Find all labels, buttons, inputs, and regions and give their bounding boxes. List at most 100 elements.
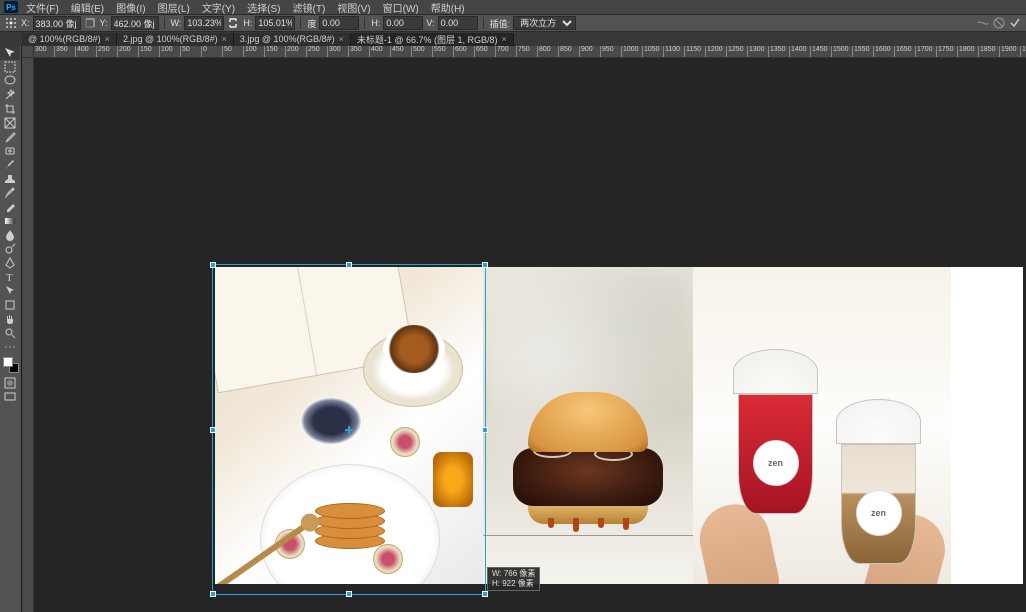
path-select-tool-icon[interactable] [0,284,20,298]
menu-file[interactable]: 文件(F) [22,0,63,15]
warp-mode-icon[interactable] [976,16,990,30]
image-panel-empty [951,267,1023,584]
w-label: W: [171,18,182,28]
wand-tool-icon[interactable] [0,88,20,102]
doc-tab-1[interactable]: @ 100%(RGB/8#) × [22,33,117,46]
cup-latte: zen [836,399,921,564]
doc-tab-4[interactable]: 未标题-1 @ 66.7% (图层 1, RGB/8) × [351,33,514,46]
interp-label: 插值: [490,17,511,30]
menu-window[interactable]: 窗口(W) [379,0,423,15]
shape-tool-icon[interactable] [0,298,20,312]
marquee-tool-icon[interactable] [0,60,20,74]
h-input[interactable] [255,16,295,30]
color-swatches[interactable] [0,354,21,376]
transform-handle-icon[interactable] [482,591,488,597]
close-icon[interactable]: × [502,34,507,44]
workspace: T 30035040025020015010050050100150200250… [0,46,1026,612]
document-tabbar: @ 100%(RGB/8#) × 2.jpg @ 100%(RGB/8#) × 3.… [0,32,1026,46]
heal-tool-icon[interactable] [0,144,20,158]
angle-input[interactable] [319,16,359,30]
more-tools-icon[interactable] [0,340,20,354]
w-input[interactable] [184,16,224,30]
foreground-color-icon[interactable] [3,357,13,367]
brush-tool-icon[interactable] [0,158,20,172]
menu-type[interactable]: 文字(Y) [198,0,239,15]
app-logo-icon: Ps [4,1,18,13]
transform-handle-icon[interactable] [210,262,216,268]
cup-logo: zen [856,490,902,536]
menu-edit[interactable]: 编辑(E) [67,0,108,15]
type-tool-icon[interactable]: T [0,270,20,284]
cup-logo: zen [753,440,799,486]
close-icon[interactable]: × [339,34,344,44]
tooltip-h: H: 922 像素 [492,579,535,589]
swap-xy-icon[interactable] [83,16,97,30]
transform-handle-icon[interactable] [346,591,352,597]
hskew-input[interactable] [383,16,423,30]
transform-handle-icon[interactable] [482,262,488,268]
ruler-horizontal[interactable]: 3003504002502001501005005010015020025030… [34,46,1026,58]
screenmode-icon[interactable] [0,390,20,404]
menu-help[interactable]: 帮助(H) [427,0,469,15]
pen-tool-icon[interactable] [0,256,20,270]
cancel-transform-icon[interactable] [992,16,1006,30]
image-panel-burger [483,267,693,584]
doc-tab-2[interactable]: 2.jpg @ 100%(RGB/8#) × [117,33,234,46]
transform-handle-icon[interactable] [346,262,352,268]
blur-tool-icon[interactable] [0,228,20,242]
close-icon[interactable]: × [222,34,227,44]
options-bar: X: Y: W: H: 度 H: V: 插值: 两次立方 [0,14,1026,32]
doc-tab-label: 2.jpg @ 100%(RGB/8#) [123,34,218,44]
h-label: H: [243,18,252,28]
interp-select[interactable]: 两次立方 [513,16,576,30]
stamp-tool-icon[interactable] [0,172,20,186]
frame-tool-icon[interactable] [0,116,20,130]
dodge-tool-icon[interactable] [0,242,20,256]
image-panel-drinks: zen zen [693,267,951,584]
x-input[interactable] [33,16,81,30]
angle-label: 度 [307,17,316,30]
toolbox: T [0,46,22,612]
vskew-input[interactable] [438,16,478,30]
close-icon[interactable]: × [105,34,110,44]
vskew-label: V: [426,18,434,28]
crop-tool-icon[interactable] [0,102,20,116]
move-tool-icon[interactable] [0,46,20,60]
quickmask-icon[interactable] [0,376,20,390]
eraser-tool-icon[interactable] [0,200,20,214]
canvas-viewport[interactable]: 3003504002502001501005005010015020025030… [22,46,1026,612]
doc-tab-label: 3.jpg @ 100%(RGB/8#) [240,34,335,44]
tooltip-w: W: 766 像素 [492,569,535,579]
doc-tab-label: @ 100%(RGB/8#) [28,34,101,44]
transform-reference-point-icon[interactable] [345,426,353,434]
x-label: X: [21,18,30,28]
svg-text:T: T [6,272,13,283]
transform-handle-icon[interactable] [482,427,488,433]
menu-layer[interactable]: 图层(L) [154,0,194,15]
menu-select[interactable]: 选择(S) [243,0,284,15]
hand-tool-icon[interactable] [0,312,20,326]
transform-handle-icon[interactable] [210,591,216,597]
cup-red: zen [733,349,818,514]
history-brush-tool-icon[interactable] [0,186,20,200]
y-input[interactable] [111,16,159,30]
menu-filter[interactable]: 滤镜(T) [289,0,330,15]
free-transform-overlay[interactable] [213,265,485,594]
dimension-tooltip: W: 766 像素 H: 922 像素 [487,567,540,591]
ruler-vertical[interactable] [22,58,34,612]
transform-ref-point-icon[interactable] [4,16,18,30]
menu-image[interactable]: 图像(I) [112,0,149,15]
lasso-tool-icon[interactable] [0,74,20,88]
hskew-label: H: [371,18,380,28]
transform-handle-icon[interactable] [210,427,216,433]
zoom-tool-icon[interactable] [0,326,20,340]
link-wh-icon[interactable] [226,16,240,30]
gradient-tool-icon[interactable] [0,214,20,228]
eyedropper-tool-icon[interactable] [0,130,20,144]
ruler-origin-icon[interactable] [22,46,34,58]
commit-transform-icon[interactable] [1008,16,1022,30]
menu-bar: Ps 文件(F) 编辑(E) 图像(I) 图层(L) 文字(Y) 选择(S) 滤… [0,0,1026,14]
doc-tab-3[interactable]: 3.jpg @ 100%(RGB/8#) × [234,33,351,46]
doc-tab-label: 未标题-1 @ 66.7% (图层 1, RGB/8) [357,33,498,46]
menu-view[interactable]: 视图(V) [333,0,374,15]
